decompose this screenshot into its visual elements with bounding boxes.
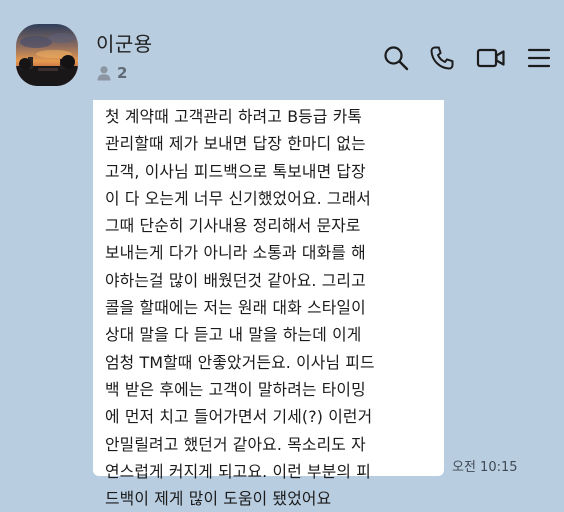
video-call-icon[interactable] — [475, 42, 507, 74]
message-line: 그때 단순히 기사내용 정리해서 문자로 — [105, 216, 361, 236]
chat-title: 이군용 — [96, 32, 153, 56]
message-line: 보내는게 다가 아니라 소통과 대화를 해 — [105, 243, 366, 263]
message-line: 야하는걸 많이 배웠던것 같아요. 그리고 — [105, 270, 366, 290]
member-count[interactable]: 2 — [96, 63, 127, 83]
message-line: 백 받은 후에는 고객이 말하려는 타이밍 — [105, 379, 366, 399]
message-line: 에 먼저 치고 들어가면서 기세(?) 이런거 — [105, 407, 373, 427]
message-line: 콜을 할때에는 저는 원래 대화 스타일이 — [105, 298, 366, 318]
message-bubble[interactable]: 첫 계약때 고객관리 하려고 B등급 카톡 관리할때 제가 보내면 답장 한마디… — [93, 100, 444, 508]
message-line: 연스럽게 커지게 되고요. 이런 부분의 피 — [105, 461, 371, 481]
person-icon — [96, 65, 112, 81]
message-timestamp: 오전 10:15 — [452, 460, 518, 475]
phone-icon[interactable] — [426, 42, 458, 74]
member-count-value: 2 — [117, 64, 128, 82]
search-icon[interactable] — [380, 42, 412, 74]
message-line: 고객, 이사님 피드백으로 톡보내면 답장 — [105, 161, 366, 181]
chat-header: 이군용 2 — [0, 0, 564, 96]
message-line: 드백이 제게 많이 도움이 됐었어요 — [105, 489, 332, 509]
message-line: 안밀릴려고 했던거 같아요. 목소리도 자 — [105, 434, 366, 454]
message-line: 첫 계약때 고객관리 하려고 B등급 카톡 — [105, 107, 363, 126]
message-line: 관리할때 제가 보내면 답장 한마디 없는 — [105, 134, 366, 154]
menu-icon[interactable] — [523, 42, 555, 74]
message-line: 엄청 TM할때 안좋았거든요. 이사님 피드 — [105, 352, 375, 372]
avatar[interactable] — [16, 24, 78, 86]
message-line: 상대 말을 다 듣고 내 말을 하는데 이게 — [105, 325, 362, 345]
message-line: 이 다 오는게 너무 신기했었어요. 그래서 — [105, 188, 371, 208]
